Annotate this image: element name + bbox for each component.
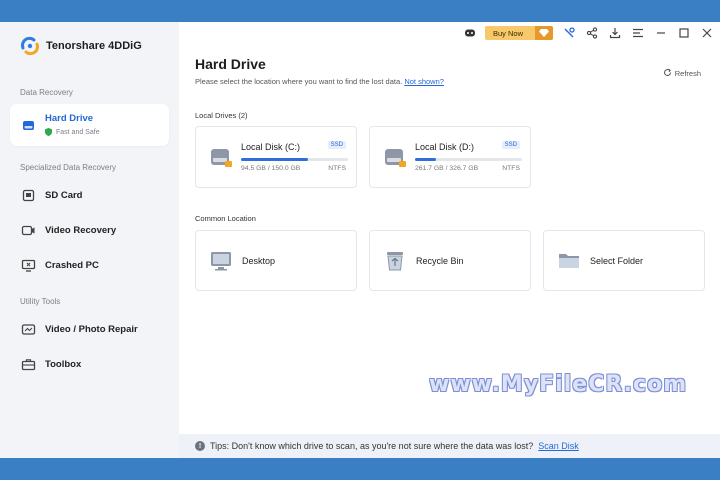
scan-disk-link[interactable]: Scan Disk bbox=[538, 441, 579, 451]
download-icon[interactable] bbox=[607, 26, 622, 41]
window-frame-top bbox=[0, 0, 720, 22]
location-label: Desktop bbox=[242, 255, 276, 266]
not-shown-link[interactable]: Not shown? bbox=[404, 77, 444, 86]
sidebar-item-label: Hard Drive bbox=[45, 112, 94, 124]
sidebar-item-label: Video / Photo Repair bbox=[45, 323, 138, 335]
main-panel: Buy Now Hard Drive Please select the loc… bbox=[179, 22, 720, 458]
sd-card-icon bbox=[21, 188, 36, 203]
sidebar-item-sd-card[interactable]: SD Card bbox=[10, 179, 169, 211]
crashed-pc-icon bbox=[21, 258, 36, 273]
ssd-badge: SSD bbox=[327, 141, 346, 149]
buy-now-button[interactable]: Buy Now bbox=[485, 26, 553, 40]
drive-card-c[interactable]: Local Disk (C:) SSD 94.5 GB / 150.0 GB N… bbox=[195, 126, 357, 188]
drive-usage-fill bbox=[415, 158, 437, 161]
sidebar-item-hard-drive[interactable]: Hard Drive Fast and Safe bbox=[10, 104, 169, 146]
subtitle-text: Please select the location where you wan… bbox=[195, 77, 403, 86]
sidebar-item-label: Toolbox bbox=[45, 358, 82, 370]
minimize-icon[interactable] bbox=[653, 26, 668, 41]
sidebar-item-label: Crashed PC bbox=[45, 259, 99, 271]
local-drives-label: Local Drives (2) bbox=[195, 111, 248, 120]
sidebar-item-video-photo-repair[interactable]: Video / Photo Repair bbox=[10, 313, 169, 345]
section-utility: Utility Tools bbox=[20, 297, 61, 306]
maximize-icon[interactable] bbox=[676, 26, 691, 41]
sidebar: Tenorshare 4DDiG Data Recovery Hard Driv… bbox=[0, 22, 179, 458]
folder-icon bbox=[557, 249, 581, 273]
toolbox-icon bbox=[21, 357, 36, 372]
drive-card-d[interactable]: Local Disk (D:) SSD 261.7 GB / 326.7 GB … bbox=[369, 126, 531, 188]
diamond-icon bbox=[535, 26, 553, 40]
watermark: www.MyFileCR.com bbox=[429, 372, 688, 397]
drive-name: Local Disk (D:) bbox=[415, 142, 475, 152]
desktop-icon bbox=[209, 249, 233, 273]
app-window: Tenorshare 4DDiG Data Recovery Hard Driv… bbox=[0, 22, 720, 458]
drive-filesystem: NTFS bbox=[502, 165, 520, 172]
section-data-recovery: Data Recovery bbox=[20, 88, 73, 97]
sidebar-item-label: SD Card bbox=[45, 189, 83, 201]
menu-icon[interactable] bbox=[630, 26, 645, 41]
sidebar-item-crashed-pc[interactable]: Crashed PC bbox=[10, 249, 169, 281]
buy-now-label: Buy Now bbox=[493, 28, 524, 38]
tips-bar: ! Tips: Don't know which drive to scan, … bbox=[179, 434, 720, 458]
refresh-button[interactable]: Refresh bbox=[663, 68, 701, 79]
drive-filesystem: NTFS bbox=[328, 165, 346, 172]
refresh-label: Refresh bbox=[674, 69, 701, 78]
page-subtitle: Please select the location where you wan… bbox=[195, 77, 444, 86]
drive-usage-bar bbox=[415, 158, 522, 161]
hard-drive-icon bbox=[21, 118, 36, 133]
sidebar-item-label: Video Recovery bbox=[45, 224, 117, 236]
app-name: Tenorshare 4DDiG bbox=[46, 40, 142, 52]
section-specialized: Specialized Data Recovery bbox=[20, 163, 117, 172]
common-location-label: Common Location bbox=[195, 214, 256, 223]
recycle-bin-icon bbox=[383, 249, 407, 273]
app-logo: Tenorshare 4DDiG bbox=[20, 36, 142, 56]
sidebar-item-subtext: Fast and Safe bbox=[56, 129, 100, 136]
page-title: Hard Drive bbox=[195, 56, 266, 72]
window-frame-bottom bbox=[0, 458, 720, 480]
sidebar-item-toolbox[interactable]: Toolbox bbox=[10, 348, 169, 380]
drive-usage-fill bbox=[241, 158, 309, 161]
location-label: Recycle Bin bbox=[416, 255, 464, 266]
disk-drive-icon bbox=[209, 147, 233, 169]
refresh-icon bbox=[663, 68, 672, 79]
disk-drive-icon bbox=[383, 147, 407, 169]
robot-icon[interactable] bbox=[462, 26, 477, 41]
location-recycle-bin[interactable]: Recycle Bin bbox=[369, 230, 531, 291]
logo-icon bbox=[20, 36, 40, 56]
drive-size: 261.7 GB / 326.7 GB bbox=[415, 165, 479, 172]
tools-icon[interactable] bbox=[561, 26, 576, 41]
sidebar-item-sub: Fast and Safe bbox=[45, 127, 100, 138]
video-icon bbox=[21, 223, 36, 238]
drive-size: 94.5 GB / 150.0 GB bbox=[241, 165, 301, 172]
repair-icon bbox=[21, 322, 36, 337]
share-icon[interactable] bbox=[584, 26, 599, 41]
drive-usage-bar bbox=[241, 158, 348, 161]
drive-name: Local Disk (C:) bbox=[241, 142, 301, 152]
ssd-badge: SSD bbox=[501, 141, 520, 149]
close-icon[interactable] bbox=[699, 26, 714, 41]
location-label: Select Folder bbox=[590, 255, 644, 266]
shield-icon bbox=[45, 127, 52, 138]
location-select-folder[interactable]: Select Folder bbox=[543, 230, 705, 291]
title-bar: Buy Now bbox=[462, 22, 720, 44]
location-desktop[interactable]: Desktop bbox=[195, 230, 357, 291]
info-icon: ! bbox=[195, 441, 205, 451]
tips-text: Tips: Don't know which drive to scan, as… bbox=[210, 441, 534, 451]
sidebar-item-video-recovery[interactable]: Video Recovery bbox=[10, 214, 169, 246]
